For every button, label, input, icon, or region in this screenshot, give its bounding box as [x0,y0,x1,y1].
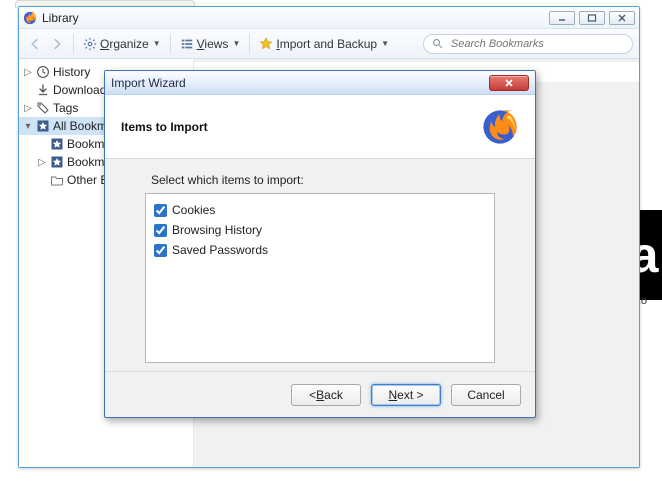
wizard-header-title: Items to Import [121,120,208,134]
checkbox-passwords[interactable] [154,244,167,257]
checkbox-history[interactable] [154,224,167,237]
wizard-title: Import Wizard [111,76,186,90]
option-passwords[interactable]: Saved Passwords [154,240,486,260]
tree-label: History [53,65,90,79]
organize-menu[interactable]: Organize ▼ [80,35,164,53]
option-label: Browsing History [172,223,262,237]
library-title: Library [42,11,79,25]
wizard-close-button[interactable] [489,75,529,91]
expand-icon[interactable]: ▷ [23,67,33,78]
bookmark-box-icon [36,119,50,133]
back-button[interactable]: < Back [291,384,361,406]
chevron-down-icon: ▼ [381,39,389,48]
wizard-titlebar[interactable]: Import Wizard [105,71,535,95]
organize-label: Organize [100,37,149,51]
import-options-list: Cookies Browsing History Saved Passwords [145,193,495,363]
option-label: Saved Passwords [172,243,268,257]
import-backup-label: Import and Backup [276,37,377,51]
wizard-header: Items to Import [105,95,535,159]
maximize-button[interactable] [579,11,605,25]
search-input[interactable] [449,37,624,51]
library-toolbar: Organize ▼ Views ▼ Import and Backup ▼ [19,29,639,59]
next-button[interactable]: Next > [371,384,441,406]
chevron-down-icon: ▼ [232,39,240,48]
bookmark-box-icon [50,137,64,151]
wizard-footer: < Back Next > Cancel [105,371,535,417]
list-icon [180,37,194,51]
cancel-button[interactable]: Cancel [451,384,521,406]
library-titlebar[interactable]: Library [19,7,639,29]
gear-icon [83,37,97,51]
search-bookmarks-box[interactable] [423,34,633,54]
folder-icon [50,173,64,187]
separator [249,34,250,54]
star-icon [259,37,273,51]
close-button[interactable] [609,11,635,25]
separator [170,34,171,54]
option-label: Cookies [172,203,215,217]
import-wizard-dialog: Import Wizard Items to Import Select whi… [104,70,536,418]
tag-icon [36,101,50,115]
collapse-icon[interactable]: ▾ [23,121,33,132]
back-arrow-icon[interactable] [26,35,44,53]
checkbox-cookies[interactable] [154,204,167,217]
option-cookies[interactable]: Cookies [154,200,486,220]
views-menu[interactable]: Views ▼ [177,35,244,53]
wizard-body: Select which items to import: Cookies Br… [105,161,535,369]
forward-arrow-icon[interactable] [48,35,66,53]
option-history[interactable]: Browsing History [154,220,486,240]
search-icon [432,38,443,50]
bookmark-box-icon [50,155,64,169]
download-icon [36,83,50,97]
firefox-icon [23,11,37,25]
separator [73,34,74,54]
minimize-button[interactable] [549,11,575,25]
wizard-prompt: Select which items to import: [151,173,495,187]
tree-label: Tags [53,101,78,115]
chevron-down-icon: ▼ [153,39,161,48]
expand-icon[interactable]: ▷ [37,157,47,168]
firefox-logo-icon [481,108,519,146]
expand-icon[interactable]: ▷ [23,103,33,114]
clock-icon [36,65,50,79]
views-label: Views [197,37,229,51]
import-backup-menu[interactable]: Import and Backup ▼ [256,35,392,53]
